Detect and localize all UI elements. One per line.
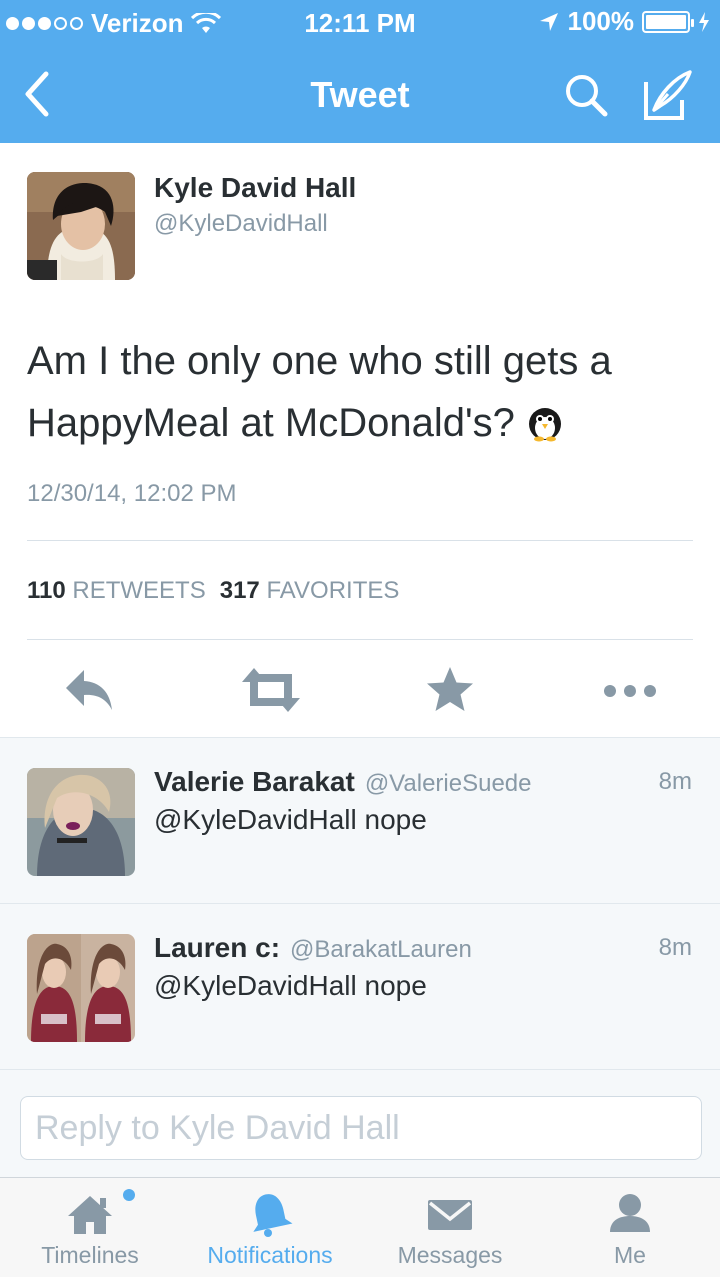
reply-age: 8m [658, 768, 692, 795]
reply-age: 8m [658, 934, 692, 961]
favorites-stat[interactable]: 317 FAVORITES [220, 577, 400, 604]
home-icon [68, 1196, 112, 1234]
tab-messages[interactable]: Messages [360, 1178, 540, 1277]
retweet-count: 110 [27, 577, 66, 604]
tab-me[interactable]: Me [540, 1178, 720, 1277]
author-handle[interactable]: @KyleDavidHall [154, 210, 328, 238]
reply-button[interactable] [62, 664, 116, 721]
person-icon [610, 1194, 650, 1232]
tab-label: Timelines [41, 1242, 139, 1268]
reply-text: @KyleDavidHall nope [154, 970, 427, 1001]
reply-author-handle: @ValerieSuede [364, 770, 532, 797]
favorite-count: 317 [219, 577, 260, 604]
bell-icon [253, 1194, 293, 1237]
tweet-stats: 110 RETWEETS 317 FAVORITES [27, 577, 399, 605]
tweet-text: Am I the only one who still gets a Happy… [27, 330, 697, 454]
author-avatar-image [27, 172, 135, 280]
favorite-label: FAVORITES [266, 577, 400, 604]
tab-label: Messages [397, 1242, 503, 1268]
divider [27, 540, 693, 541]
envelope-icon [428, 1200, 472, 1230]
tweet-timestamp: 12/30/14, 12:02 PM [27, 480, 237, 507]
unread-badge [123, 1189, 135, 1201]
reply-field[interactable] [20, 1096, 702, 1160]
reply-item[interactable]: Valerie Barakat @ValerieSuede 8m @KyleDav… [0, 737, 720, 903]
reply-author[interactable]: Lauren c: @BarakatLauren [154, 932, 472, 964]
reply-text: @KyleDavidHall nope [154, 804, 427, 835]
tab-timelines[interactable]: Timelines [0, 1178, 180, 1277]
reply-author-name: Valerie Barakat [154, 766, 355, 797]
reply-avatar[interactable] [27, 934, 135, 1042]
tab-label: Me [614, 1242, 646, 1268]
retweet-button[interactable] [240, 664, 302, 721]
charging-icon [699, 11, 709, 32]
app-header: Verizon 12:11 PM 100% Tweet [0, 0, 720, 143]
location-arrow-icon [539, 12, 558, 31]
page-title: Tweet [310, 74, 410, 115]
author-avatar[interactable] [27, 172, 135, 280]
reply-icon [66, 670, 112, 710]
battery-percent: 100% [567, 6, 635, 36]
author-name[interactable]: Kyle David Hall [154, 172, 356, 204]
reply-author-name: Lauren c: [154, 932, 281, 963]
reply-avatar-image [27, 934, 135, 1042]
compose-icon[interactable] [640, 68, 696, 124]
retweets-stat[interactable]: 110 RETWEETS [27, 577, 206, 604]
battery-icon [642, 10, 694, 33]
retweet-label: RETWEETS [72, 577, 206, 604]
favorite-button[interactable] [424, 664, 476, 721]
divider [27, 639, 693, 640]
tab-bar: Timelines Notifications Messages Me [0, 1177, 720, 1277]
more-icon [604, 685, 656, 697]
nav-bar: Tweet [0, 48, 720, 143]
retweet-icon [242, 668, 300, 712]
status-bar: Verizon 12:11 PM 100% [0, 0, 720, 48]
tab-label: Notifications [207, 1242, 333, 1268]
tab-notifications[interactable]: Notifications [180, 1178, 360, 1277]
reply-avatar[interactable] [27, 768, 135, 876]
more-button[interactable] [600, 664, 660, 721]
tweet-actions [0, 660, 720, 720]
favorite-icon [427, 667, 473, 711]
reply-input[interactable] [21, 1097, 701, 1159]
reply-author[interactable]: Valerie Barakat @ValerieSuede [154, 766, 532, 798]
status-right: 100% [538, 6, 711, 37]
reply-avatar-image [27, 768, 135, 876]
reply-author-handle: @BarakatLauren [290, 936, 472, 963]
penguin-emoji-icon [528, 408, 561, 442]
search-icon[interactable] [560, 70, 612, 122]
reply-item[interactable]: Lauren c: @BarakatLauren 8m @KyleDavidHal… [0, 903, 720, 1069]
